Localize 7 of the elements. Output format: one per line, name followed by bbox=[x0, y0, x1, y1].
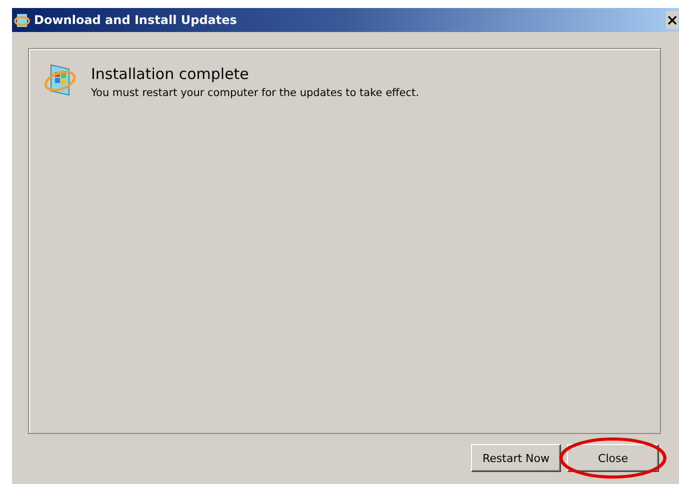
dialog-button[interactable]: Close bbox=[567, 444, 659, 472]
window-title: Download and Install Updates bbox=[34, 13, 238, 27]
app-icon bbox=[14, 12, 30, 28]
status-heading: Installation complete bbox=[91, 65, 250, 83]
dialog-button[interactable]: Restart Now bbox=[471, 444, 561, 472]
status-message: You must restart your computer for the updates to take effect. bbox=[91, 87, 419, 99]
close-button[interactable]: × bbox=[666, 11, 678, 29]
